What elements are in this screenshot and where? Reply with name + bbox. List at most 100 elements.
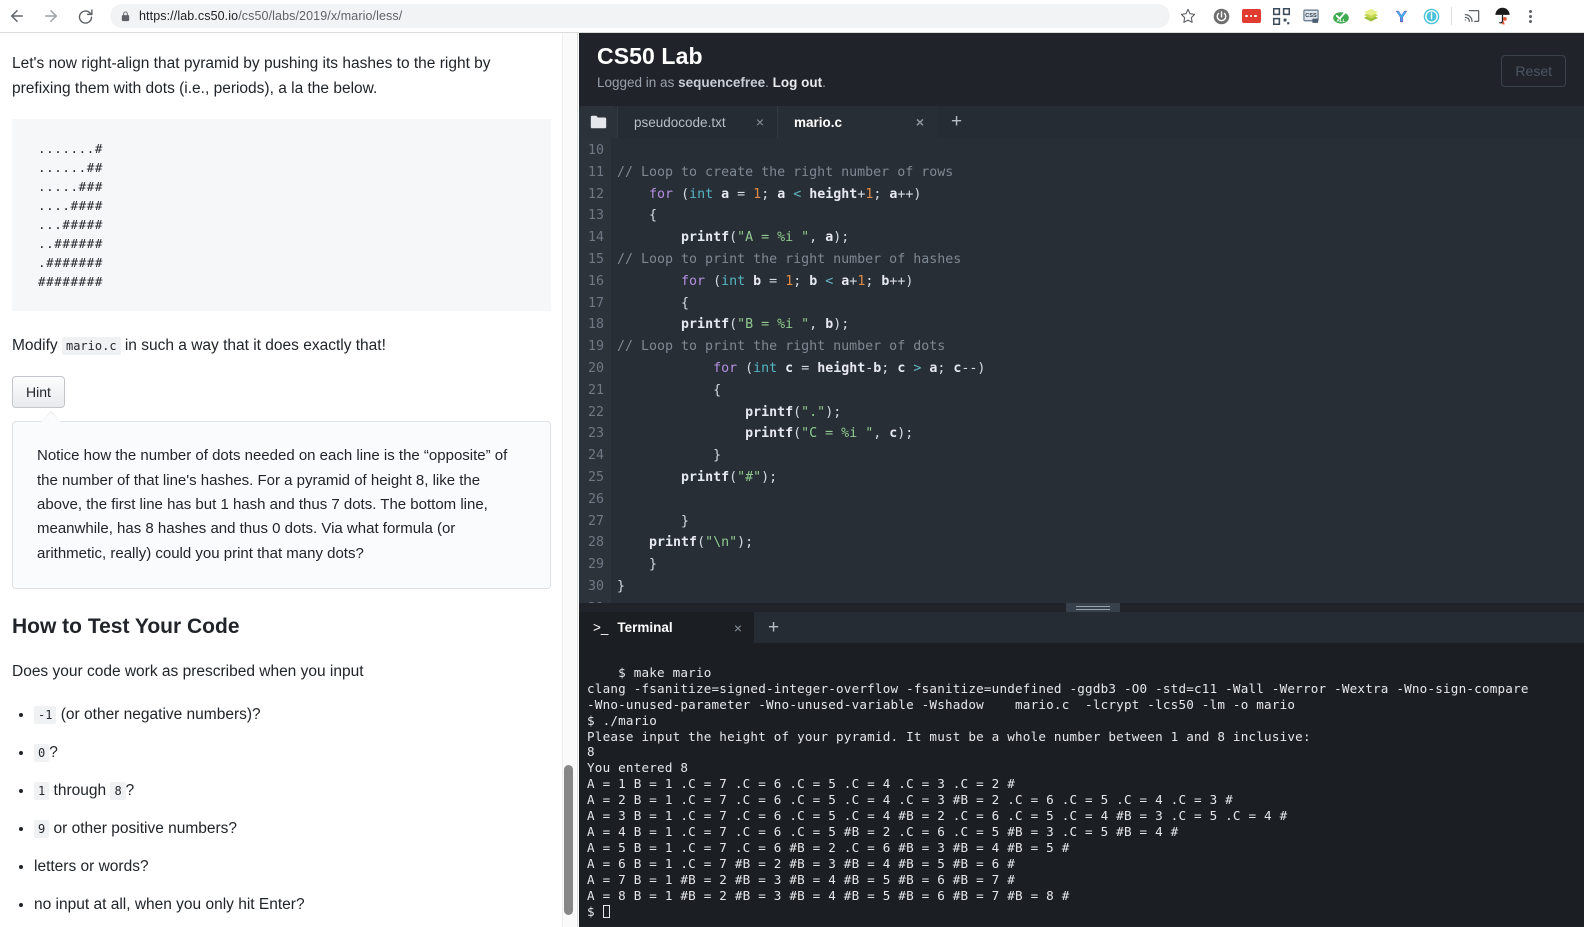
how-to-test-lead: Does your code work as prescribed when y… (12, 662, 364, 680)
file-tab-bar: pseudocode.txt × mario.c × + (579, 106, 1584, 138)
editor-terminal-splitter[interactable] (579, 603, 1584, 612)
folder-icon[interactable] (579, 106, 617, 138)
code-line: // Loop to print the right number of has… (617, 251, 962, 267)
terminal-prompt-icon: >_ (593, 620, 609, 635)
line-number: 23 (587, 426, 604, 442)
code-line: // Loop to create the right number of ro… (617, 164, 954, 180)
umbrella-avatar-icon[interactable] (1487, 3, 1517, 29)
list-item: 0? (34, 740, 551, 765)
test-text-4: letters or words? (34, 858, 149, 876)
browser-toolbar: https://lab.cs50.io/cs50/labs/2019/x/mar… (0, 0, 1584, 33)
test-text-5: no input at all, when you only hit Enter… (34, 896, 305, 914)
line-number: 28 (587, 535, 604, 551)
test-code-2b: 8 (110, 782, 126, 801)
code-content[interactable]: // Loop to create the right number of ro… (611, 138, 1584, 603)
close-icon[interactable]: × (898, 114, 924, 130)
y-icon[interactable] (1386, 3, 1416, 29)
list-item: -1 (or other negative numbers)? (34, 702, 551, 727)
back-button[interactable] (0, 0, 34, 33)
code-line: for (int b = 1; b < a+1; b++) (681, 273, 914, 289)
css-icon[interactable]: CSS (1296, 3, 1326, 29)
login-status: Logged in as sequencefree. Log out. (597, 75, 826, 90)
line-number: 14 (587, 230, 604, 246)
ide-header: CS50 Lab Logged in as sequencefree. Log … (579, 33, 1584, 106)
code-line: } (617, 513, 690, 529)
test-text-1: ? (49, 744, 58, 762)
tab-pseudocode-txt[interactable]: pseudocode.txt × (617, 106, 777, 138)
line-number-gutter: 10 11 12 13 14 15 16 17 18 19 20 21 22 23 24 25 26 27 28 29… (579, 138, 611, 603)
code-line: for (int c = height-b; c > a; c--) (713, 360, 986, 376)
all-check-icon[interactable]: ALL (1326, 3, 1356, 29)
power-icon[interactable] (1206, 3, 1236, 29)
test-code-0: -1 (34, 705, 57, 724)
code-editor[interactable]: 10 11 12 13 14 15 16 17 18 19 20 21 22 23 24 25 26 27 28 29… (579, 138, 1584, 603)
splitter-handle[interactable] (1066, 603, 1120, 612)
modify-suffix: in such a way that it does exactly that! (124, 337, 386, 355)
test-text-0: (or other negative numbers)? (60, 705, 261, 723)
hint-section: Hint Notice how the number of dots neede… (12, 376, 551, 589)
code-line: { (617, 382, 722, 398)
address-bar[interactable]: https://lab.cs50.io/cs50/labs/2019/x/mar… (110, 4, 1170, 28)
line-number: 29 (587, 557, 604, 573)
code-line: printf("B = %i ", b); (681, 317, 850, 333)
new-terminal-button[interactable]: + (754, 612, 793, 643)
url-text: https://lab.cs50.io/cs50/labs/2019/x/mar… (139, 9, 403, 23)
line-number: 17 (587, 295, 604, 311)
browser-menu-button[interactable] (1517, 2, 1543, 30)
logout-link[interactable]: Log out (773, 75, 822, 90)
terminal-cursor (602, 904, 610, 918)
reload-button[interactable] (68, 0, 102, 33)
username: sequencefree (678, 75, 766, 90)
qr-code-icon[interactable] (1266, 3, 1296, 29)
tab-terminal[interactable]: >_ Terminal × (579, 612, 754, 643)
hint-content: Notice how the number of dots needed on … (12, 411, 551, 589)
badge-icon[interactable] (1416, 3, 1446, 29)
test-code-2a: 1 (34, 782, 50, 801)
forward-button[interactable] (34, 0, 68, 33)
lock-icon (120, 10, 131, 23)
bookmark-star-icon[interactable] (1170, 2, 1206, 30)
code-line: { (617, 295, 690, 311)
cast-icon[interactable] (1457, 3, 1487, 29)
line-number: 27 (587, 513, 604, 529)
code-line: printf("A = %i ", a); (681, 230, 850, 246)
code-line: for (int a = 1; a < height+1; a++) (649, 186, 922, 202)
test-code-3: 9 (34, 820, 50, 839)
hint-button[interactable]: Hint (12, 376, 65, 409)
close-icon[interactable]: × (738, 114, 764, 130)
modify-filename-code: mario.c (61, 337, 121, 356)
code-line: { (617, 208, 658, 224)
code-line: // Loop to print the right number of dot… (617, 339, 946, 355)
page-title: CS50 Lab (597, 43, 703, 69)
code-line: printf("\n"); (649, 535, 754, 551)
list-item: letters or words? (34, 854, 551, 879)
how-to-test-heading: How to Test Your Code (12, 614, 240, 638)
line-number: 19 (587, 339, 604, 355)
line-number: 21 (587, 382, 604, 398)
line-number: 25 (587, 469, 604, 485)
line-number: 26 (587, 491, 604, 507)
terminal-output[interactable]: $ make mario clang -fsanitize=signed-int… (579, 643, 1584, 926)
code-line: printf("#"); (681, 469, 778, 485)
line-number: 18 (587, 317, 604, 333)
books-icon[interactable] (1356, 3, 1386, 29)
line-number: 22 (587, 404, 604, 420)
lesson-scrollbar-thumb[interactable] (564, 765, 573, 915)
test-mid-2: through (53, 782, 107, 800)
reset-button[interactable]: Reset (1501, 55, 1566, 87)
svg-text:ALL: ALL (1337, 18, 1346, 23)
tab-label: mario.c (794, 114, 843, 130)
line-number: 15 (587, 251, 604, 267)
new-file-tab-button[interactable]: + (937, 106, 976, 138)
lesson-scrollbar[interactable] (562, 33, 576, 927)
terminal-tab-bar: >_ Terminal × + (579, 612, 1584, 643)
close-icon[interactable]: × (714, 620, 742, 636)
line-number: 30 (587, 578, 604, 594)
recorder-icon[interactable] (1236, 3, 1266, 29)
line-number: 13 (587, 208, 604, 224)
modify-prefix: Modify (12, 337, 58, 355)
tab-mario-c[interactable]: mario.c × (777, 106, 937, 138)
code-line: printf("."); (745, 404, 842, 420)
cs50-lab-ide: CS50 Lab Logged in as sequencefree. Log … (579, 33, 1584, 927)
